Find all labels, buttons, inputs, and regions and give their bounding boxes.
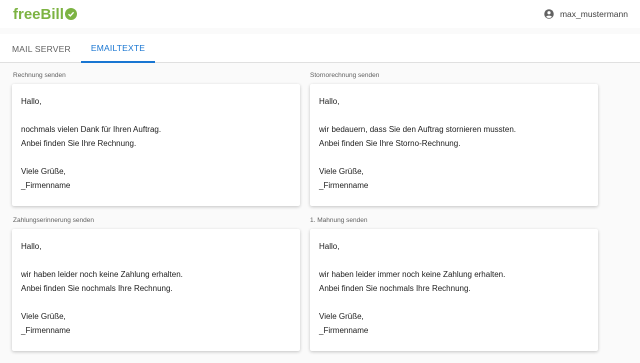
account-circle-icon — [544, 9, 554, 19]
tab-bar: MAIL SERVER EMAILTEXTE — [0, 34, 640, 63]
user-menu[interactable]: max_mustermann — [544, 9, 628, 19]
text-closing: Viele Grüße, — [21, 312, 66, 321]
text-signature: _Firmenname — [319, 181, 369, 190]
template-editor-stornorechnung[interactable]: Hallo, wir bedauern, dass Sie den Auftra… — [310, 84, 598, 206]
text-line: Anbei finden Sie nochmals Ihre Rechnung. — [21, 284, 173, 293]
logo-free-text: free — [13, 5, 41, 23]
text-line: Anbei finden Sie Ihre Rechnung. — [21, 139, 137, 148]
text-closing: Viele Grüße, — [21, 167, 66, 176]
text-line: wir bedauern, dass Sie den Auftrag storn… — [319, 125, 516, 134]
template-label-stornorechnung: Stornorechnung senden — [310, 72, 380, 79]
text-line: wir haben leider immer noch keine Zahlun… — [319, 270, 506, 279]
text-signature: _Firmenname — [21, 326, 71, 335]
logo-check-icon — [64, 8, 77, 20]
text-closing: Viele Grüße, — [319, 167, 364, 176]
username: max_mustermann — [559, 9, 628, 19]
text-closing: Viele Grüße, — [319, 312, 364, 321]
app-logo[interactable]: free Bill — [13, 6, 77, 23]
template-label-rechnung: Rechnung senden — [13, 72, 66, 79]
text-greeting: Hallo, — [319, 97, 340, 106]
tab-mail-server[interactable]: MAIL SERVER — [2, 34, 81, 63]
text-line: nochmals vielen Dank für Ihren Auftrag. — [21, 125, 162, 134]
template-editor-rechnung[interactable]: Hallo, nochmals vielen Dank für Ihren Au… — [12, 84, 300, 206]
text-greeting: Hallo, — [21, 242, 42, 251]
template-editor-zahlungserinnerung[interactable]: Hallo, wir haben leider noch keine Zahlu… — [12, 229, 300, 351]
tab-emailtexte[interactable]: EMAILTEXTE — [80, 34, 156, 63]
text-greeting: Hallo, — [21, 97, 42, 106]
template-editor-mahnung[interactable]: Hallo, wir haben leider immer noch keine… — [310, 229, 598, 351]
text-line: Anbei finden Sie nochmals Ihre Rechnung. — [319, 284, 471, 293]
text-signature: _Firmenname — [319, 326, 369, 335]
text-line: Anbei finden Sie Ihre Storno-Rechnung. — [319, 139, 461, 148]
logo-bill-text: Bill — [40, 5, 64, 23]
template-label-mahnung: 1. Mahnung senden — [310, 217, 368, 224]
text-greeting: Hallo, — [319, 242, 340, 251]
top-bar: free Bill max_mustermann — [0, 0, 640, 28]
text-line: wir haben leider noch keine Zahlung erha… — [21, 270, 183, 279]
template-label-zahlungserinnerung: Zahlungserinnerung senden — [13, 217, 94, 224]
text-signature: _Firmenname — [21, 181, 71, 190]
